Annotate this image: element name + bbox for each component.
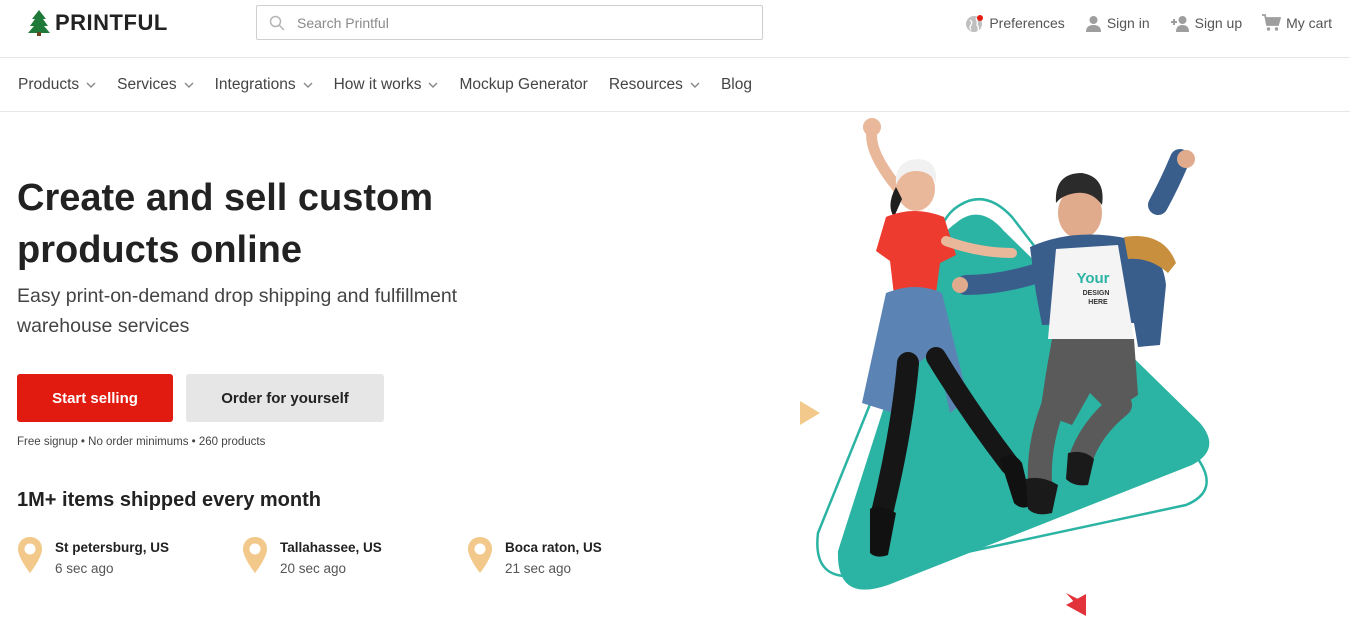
hero-subtitle-line: Easy print-on-demand drop shipping and f… (17, 285, 458, 307)
map-pin-icon (468, 537, 492, 573)
start-selling-button[interactable]: Start selling (17, 374, 173, 422)
nav-item-integrations[interactable]: Integrations (215, 76, 313, 94)
account-links: Preferences Sign in Sign up My cart (945, 12, 1332, 34)
user-icon (1085, 15, 1101, 32)
preferences-link[interactable]: Preferences (965, 14, 1065, 33)
cart-link[interactable]: My cart (1262, 14, 1332, 32)
search-icon (269, 15, 285, 31)
nav-item-how-it-works[interactable]: How it works (334, 76, 439, 94)
chevron-down-icon (184, 82, 194, 88)
shipped-headline: 1M+ items shipped every month (17, 489, 321, 511)
sign-in-label: Sign in (1106, 15, 1150, 31)
shirt-print-line: Your (1076, 270, 1109, 287)
hero-subtitle: Easy print-on-demand drop shipping and f… (17, 281, 537, 341)
nav-item-label: Products (18, 76, 80, 93)
nav-item-label: Mockup Generator (459, 76, 588, 93)
location-city: Boca raton, US (505, 540, 602, 555)
search-input[interactable] (297, 14, 737, 31)
preferences-label: Preferences (989, 15, 1065, 31)
nav-item-blog[interactable]: Blog (721, 76, 752, 94)
shirt-print-line: DESIGN (1083, 290, 1110, 297)
nav-item-label: Integrations (214, 76, 296, 93)
top-header: PRINTFUL Preferences Sign in (0, 0, 1350, 58)
nav-item-label: Resources (608, 76, 683, 93)
add-user-icon (1170, 15, 1189, 32)
hero-title-line: products online (17, 229, 302, 271)
location-time: 20 sec ago (280, 561, 347, 576)
search-bar[interactable] (256, 5, 763, 40)
recent-orders: St petersburg, US 6 sec ago Tallahassee,… (17, 536, 692, 576)
sign-up-label: Sign up (1194, 15, 1243, 31)
sign-up-link[interactable]: Sign up (1170, 15, 1242, 32)
location-city: St petersburg, US (55, 540, 170, 555)
location-time: 21 sec ago (505, 561, 572, 576)
nav-item-services[interactable]: Services (117, 76, 194, 94)
decorative-triangle-gold (800, 401, 820, 425)
printful-logo[interactable]: PRINTFUL (28, 9, 168, 37)
perks-text: Free signup • No order minimums • 260 pr… (17, 436, 266, 448)
globe-icon (966, 14, 984, 32)
nav-item-resources[interactable]: Resources (609, 76, 700, 94)
order-for-yourself-button[interactable]: Order for yourself (186, 374, 384, 422)
cart-icon (1262, 14, 1282, 31)
list-item: St petersburg, US 6 sec ago (17, 536, 242, 576)
nav-item-label: Services (117, 76, 177, 93)
location-time: 6 sec ago (55, 561, 114, 576)
hero-title: Create and sell custom products online (17, 172, 537, 276)
nav-item-products[interactable]: Products (18, 76, 96, 94)
nav-item-label: How it works (333, 76, 422, 93)
sign-in-link[interactable]: Sign in (1085, 15, 1150, 32)
map-pin-icon (243, 537, 267, 573)
chevron-down-icon (86, 82, 96, 88)
hero-illustration: Your DESIGN HERE (800, 118, 1210, 616)
location-city: Tallahassee, US (280, 540, 382, 555)
tree-logo-icon (28, 10, 50, 36)
main-nav: Products Services Integrations How it wo… (0, 59, 1350, 112)
nav-item-label: Blog (720, 76, 752, 93)
hero-subtitle-line: warehouse services (17, 315, 190, 337)
chevron-down-icon (690, 82, 700, 88)
map-pin-icon (18, 537, 42, 573)
chevron-down-icon (303, 82, 313, 88)
shirt-print-line: HERE (1088, 299, 1108, 306)
cart-label: My cart (1286, 15, 1332, 31)
chevron-down-icon (428, 82, 438, 88)
brand-name: PRINTFUL (55, 10, 168, 35)
nav-items: Products Services Integrations How it wo… (18, 76, 773, 94)
list-item: Tallahassee, US 20 sec ago (242, 536, 467, 576)
hero-title-line: Create and sell custom (17, 177, 434, 219)
nav-item-mockup-generator[interactable]: Mockup Generator (459, 76, 587, 94)
list-item: Boca raton, US 21 sec ago (467, 536, 692, 576)
